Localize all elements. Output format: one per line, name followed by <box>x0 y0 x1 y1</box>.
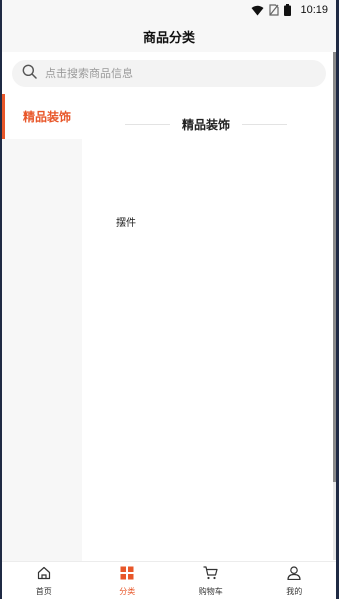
scrollbar-thumb[interactable] <box>333 52 336 482</box>
search-placeholder: 点击搜索商品信息 <box>45 67 133 80</box>
category-sidebar: 精品装饰 <box>2 94 82 561</box>
tab-home[interactable]: 首页 <box>2 562 86 599</box>
tab-label: 分类 <box>119 586 136 596</box>
tab-cart[interactable]: 购物车 <box>169 562 253 599</box>
tab-label: 首页 <box>35 586 52 596</box>
status-bar: 10:19 <box>2 0 336 20</box>
cart-icon <box>203 565 218 584</box>
battery-icon <box>284 4 292 16</box>
tab-label: 我的 <box>286 586 303 596</box>
category-icon <box>120 565 134 584</box>
divider-line-left <box>124 124 170 125</box>
sidebar-item-boutique-decoration[interactable]: 精品装饰 <box>2 94 82 139</box>
bottom-tab-bar: 首页 分类 购物车 我的 <box>2 561 336 599</box>
section-header: 精品装饰 <box>82 116 330 133</box>
no-sim-icon <box>269 4 280 16</box>
category-content: 精品装饰 摆件 <box>82 94 330 561</box>
user-icon <box>287 565 301 584</box>
tab-label: 购物车 <box>198 586 223 596</box>
tab-mine[interactable]: 我的 <box>253 562 337 599</box>
search-icon <box>22 64 37 83</box>
search-area: 点击搜索商品信息 <box>2 52 336 94</box>
status-time: 10:19 <box>300 4 328 16</box>
tab-category[interactable]: 分类 <box>86 562 170 599</box>
wifi-icon <box>251 5 264 16</box>
divider-line-right <box>242 124 287 125</box>
search-input[interactable]: 点击搜索商品信息 <box>12 59 326 87</box>
page-title: 商品分类 <box>142 30 195 46</box>
title-bar: 商品分类 <box>2 20 336 52</box>
subcategory-item[interactable]: 摆件 <box>116 214 136 229</box>
home-icon <box>37 565 51 584</box>
section-title: 精品装饰 <box>181 118 230 132</box>
sidebar-item-label: 精品装饰 <box>23 110 72 124</box>
